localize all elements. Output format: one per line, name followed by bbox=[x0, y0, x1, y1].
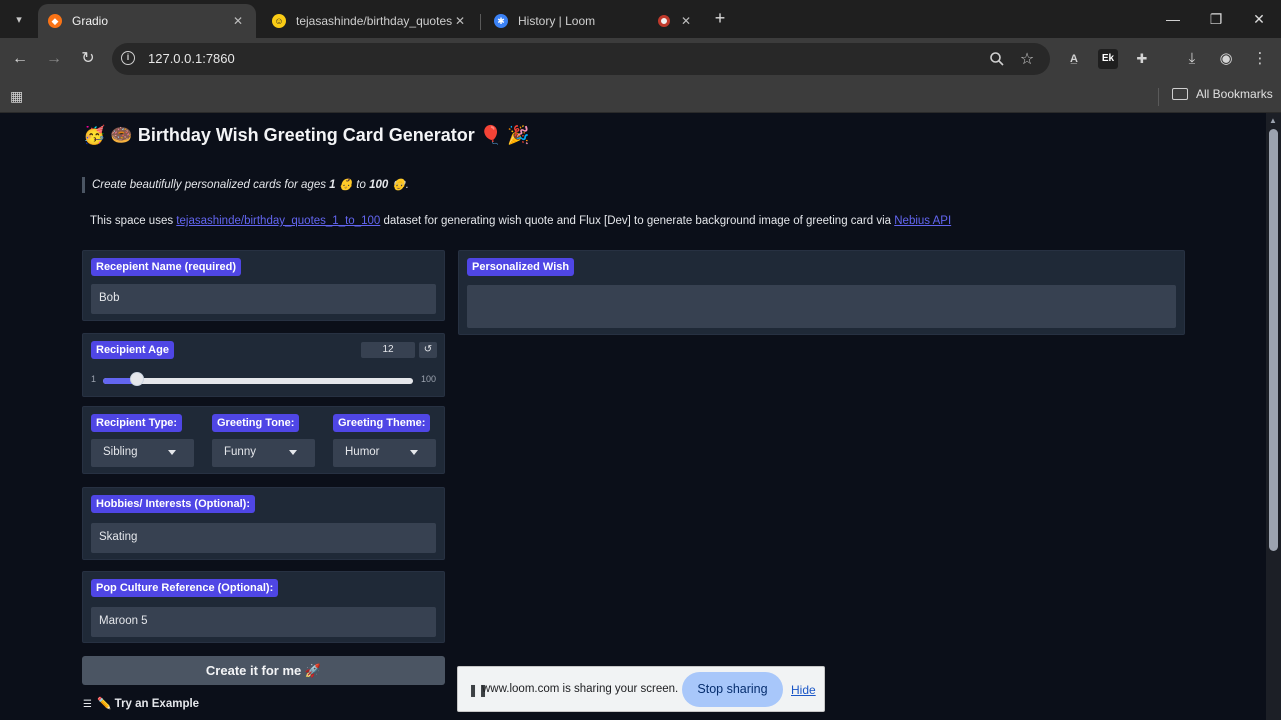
intro-quote: Create beautifully personalized cards fo… bbox=[82, 177, 409, 193]
try-example-toggle[interactable]: ☰ ✏️ Try an Example bbox=[83, 696, 199, 710]
tab-huggingface[interactable]: ☺ tejasashinde/birthday_quotes_1 ✕ bbox=[262, 4, 478, 38]
translate-icon[interactable]: A̲ bbox=[1064, 49, 1084, 69]
site-info-icon[interactable]: i bbox=[121, 51, 135, 65]
age-slider-max: 100 bbox=[421, 374, 437, 384]
description-text: This space uses bbox=[90, 215, 177, 227]
chevron-down-icon bbox=[289, 450, 297, 455]
recipient-age-label: Recipient Age bbox=[91, 341, 174, 359]
forward-icon[interactable]: → bbox=[43, 48, 65, 70]
tab-title: History | Loom bbox=[518, 14, 596, 28]
recipient-type-label: Recipient Type: bbox=[91, 414, 183, 432]
folder-icon bbox=[1172, 88, 1188, 100]
quote-text: to bbox=[353, 179, 370, 191]
pop-culture-label: Pop Culture Reference (Optional): bbox=[91, 579, 279, 597]
more-menu-icon[interactable]: ⋮ bbox=[1250, 49, 1270, 69]
minimize-icon[interactable]: — bbox=[1162, 8, 1184, 30]
address-bar[interactable]: i 127.0.0.1:7860 ☆ bbox=[112, 43, 1050, 75]
nebius-api-link[interactable]: Nebius API bbox=[894, 215, 951, 227]
hide-share-bar-link[interactable]: Hide bbox=[791, 683, 816, 697]
quote-text: Create beautifully personalized cards fo… bbox=[92, 179, 330, 191]
tab-gradio[interactable]: ◆ Gradio ✕ bbox=[38, 4, 256, 38]
greeting-theme-dropdown[interactable]: Humor bbox=[333, 439, 436, 467]
hobbies-block: Hobbies/ Interests (Optional): Skating bbox=[82, 487, 445, 560]
address-url[interactable]: 127.0.0.1:7860 bbox=[148, 51, 235, 66]
extensions-puzzle-icon[interactable]: ✚ bbox=[1132, 49, 1152, 69]
pop-culture-block: Pop Culture Reference (Optional): Maroon… bbox=[82, 571, 445, 643]
description: This space uses tejasashinde/birthday_qu… bbox=[90, 215, 951, 227]
apps-grid-icon[interactable]: ▦ bbox=[10, 88, 26, 104]
loom-favicon-icon: ✱ bbox=[494, 14, 508, 28]
quote-max-age: 100 👴 bbox=[369, 179, 406, 191]
greeting-tone-label: Greeting Tone: bbox=[212, 414, 300, 432]
age-slider-track[interactable] bbox=[103, 378, 413, 384]
close-window-icon[interactable]: ✕ bbox=[1248, 8, 1270, 30]
pop-culture-input[interactable]: Maroon 5 bbox=[91, 607, 436, 637]
recipient-name-label: Recepient Name (required) bbox=[91, 258, 241, 276]
try-example-label: ✏️ Try an Example bbox=[97, 698, 200, 710]
all-bookmarks-label: All Bookmarks bbox=[1196, 87, 1273, 101]
scrollbar-thumb[interactable] bbox=[1269, 129, 1278, 551]
zoom-icon[interactable] bbox=[988, 51, 1006, 69]
gradio-page: 🥳 🍩 Birthday Wish Greeting Card Generato… bbox=[0, 113, 1266, 720]
age-reset-button[interactable]: ↺ bbox=[419, 342, 437, 358]
recipient-name-input[interactable]: Bob bbox=[91, 284, 436, 314]
tab-title: tejasashinde/birthday_quotes_1 bbox=[296, 14, 452, 28]
create-card-button[interactable]: Create it for me 🚀 bbox=[82, 656, 445, 685]
age-slider-min: 1 bbox=[91, 374, 97, 384]
gradio-favicon-icon: ◆ bbox=[48, 14, 62, 28]
age-number-input[interactable]: 12 bbox=[361, 342, 415, 358]
dataset-link[interactable]: tejasashinde/birthday_quotes_1_to_100 bbox=[176, 215, 380, 227]
page-title: 🥳 🍩 Birthday Wish Greeting Card Generato… bbox=[83, 125, 530, 145]
greeting-tone-value: Funny bbox=[224, 446, 256, 458]
close-tab-icon[interactable]: ✕ bbox=[230, 14, 246, 28]
personalized-wish-label: Personalized Wish bbox=[467, 258, 575, 276]
all-bookmarks-button[interactable]: All Bookmarks bbox=[1172, 87, 1273, 101]
bookmarks-divider bbox=[1158, 88, 1159, 106]
back-icon[interactable]: ← bbox=[9, 48, 31, 70]
profile-icon[interactable]: ◉ bbox=[1216, 49, 1236, 69]
recipient-type-dropdown[interactable]: Sibling bbox=[91, 439, 194, 467]
share-message: www.loom.com is sharing your screen. bbox=[482, 683, 679, 695]
recipient-name-block: Recepient Name (required) Bob bbox=[82, 250, 445, 321]
tab-strip: ▾ ◆ Gradio ✕ ☺ tejasashinde/birthday_quo… bbox=[0, 0, 1281, 38]
quote-text: . bbox=[405, 179, 409, 191]
chevron-down-icon bbox=[410, 450, 418, 455]
greeting-theme-label: Greeting Theme: bbox=[333, 414, 431, 432]
page-scrollbar[interactable]: ▲ bbox=[1266, 113, 1281, 720]
personalized-wish-output[interactable] bbox=[467, 285, 1176, 328]
restore-icon[interactable]: ❐ bbox=[1205, 8, 1227, 30]
extension-ek-icon[interactable]: Ek bbox=[1098, 49, 1118, 69]
browser-toolbar: ← → ↻ i 127.0.0.1:7860 ☆ A̲ Ek ✚ ⤓ ◉ ⋮ bbox=[0, 38, 1281, 80]
bookmarks-bar: ▦ All Bookmarks bbox=[0, 80, 1281, 113]
greeting-theme-value: Humor bbox=[345, 446, 380, 458]
download-icon[interactable]: ⤓ bbox=[1182, 49, 1202, 69]
recipient-age-block: Recipient Age 12 ↺ 1 100 bbox=[82, 333, 445, 397]
scroll-up-icon[interactable]: ▲ bbox=[1269, 116, 1277, 125]
stop-sharing-button[interactable]: Stop sharing bbox=[682, 672, 783, 707]
chevron-down-icon bbox=[168, 450, 176, 455]
greeting-options-block: Recipient Type: Sibling Greeting Tone: F… bbox=[82, 406, 445, 474]
close-tab-icon[interactable]: ✕ bbox=[452, 14, 468, 28]
tab-search-chevron-icon[interactable]: ▾ bbox=[8, 8, 30, 30]
tab-title: Gradio bbox=[72, 14, 109, 28]
description-text: dataset for generating wish quote and Fl… bbox=[380, 215, 895, 227]
list-icon: ☰ bbox=[83, 699, 92, 710]
quote-min-age: 1 👶 bbox=[329, 179, 354, 191]
hobbies-label: Hobbies/ Interests (Optional): bbox=[91, 495, 256, 513]
recipient-type-value: Sibling bbox=[103, 446, 138, 458]
reload-icon[interactable]: ↻ bbox=[77, 48, 99, 70]
new-tab-icon[interactable]: + bbox=[710, 9, 730, 29]
screen-share-bar: ❚❚ www.loom.com is sharing your screen. … bbox=[457, 666, 825, 712]
recording-icon bbox=[658, 15, 670, 27]
bookmark-star-icon[interactable]: ☆ bbox=[1018, 51, 1036, 69]
hobbies-input[interactable]: Skating bbox=[91, 523, 436, 553]
tab-divider bbox=[480, 14, 481, 30]
huggingface-favicon-icon: ☺ bbox=[272, 14, 286, 28]
close-tab-icon[interactable]: ✕ bbox=[678, 14, 694, 28]
tab-loom[interactable]: ✱ History | Loom ✕ bbox=[484, 4, 704, 38]
greeting-tone-dropdown[interactable]: Funny bbox=[212, 439, 315, 467]
personalized-wish-block: Personalized Wish bbox=[458, 250, 1185, 335]
